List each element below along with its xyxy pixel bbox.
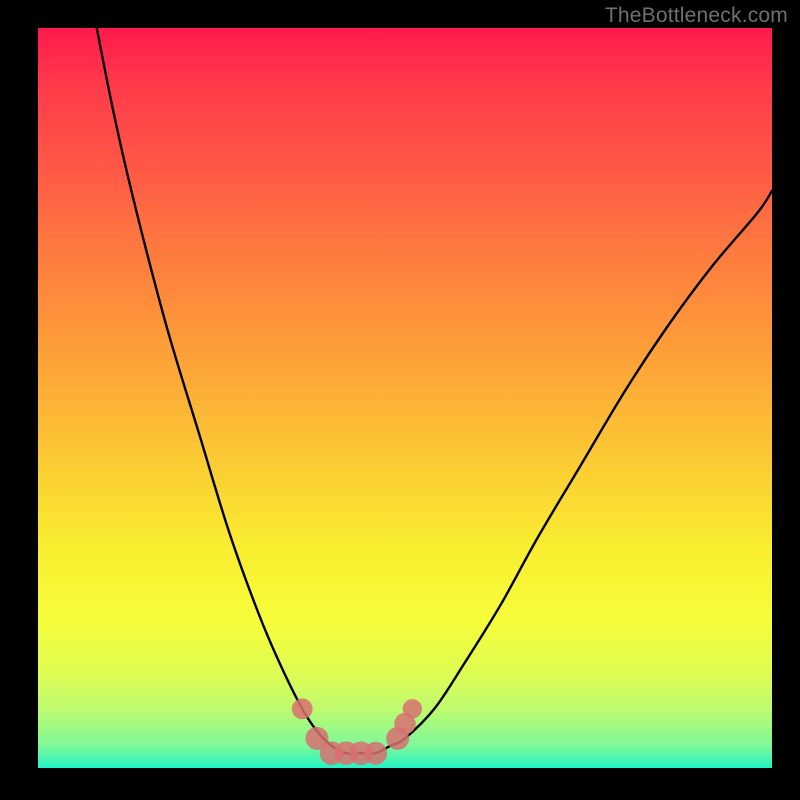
bottleneck-curve-svg xyxy=(38,28,772,768)
plot-area xyxy=(38,28,772,768)
highlight-markers xyxy=(292,698,422,765)
highlight-marker xyxy=(364,742,387,765)
highlight-marker xyxy=(403,699,422,718)
highlight-marker xyxy=(292,698,313,719)
watermark-text: TheBottleneck.com xyxy=(605,4,788,28)
chart-frame: TheBottleneck.com xyxy=(0,0,800,800)
bottleneck-curve xyxy=(97,28,772,754)
